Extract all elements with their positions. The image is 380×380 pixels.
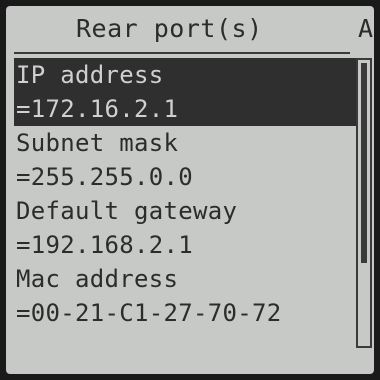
list-item-default-gateway-label[interactable]: Default gateway	[14, 194, 356, 228]
list-item-mac-address-value[interactable]: =00-21-C1-27-70-72	[14, 296, 356, 330]
list-item-ip-address-label[interactable]: IP address	[14, 58, 356, 92]
list-item-subnet-mask-value[interactable]: =255.255.0.0	[14, 160, 356, 194]
settings-list: IP address =172.16.2.1 Subnet mask =255.…	[14, 58, 356, 330]
tab-indicator[interactable]: A	[358, 14, 373, 43]
list-item-default-gateway-value[interactable]: =192.168.2.1	[14, 228, 356, 262]
scrollbar[interactable]	[356, 58, 372, 348]
header-divider	[14, 52, 350, 54]
scrollbar-thumb[interactable]	[361, 63, 367, 263]
page-title: Rear port(s)	[76, 14, 263, 43]
list-item-ip-address-value[interactable]: =172.16.2.1	[14, 92, 356, 126]
list-item-subnet-mask-label[interactable]: Subnet mask	[14, 126, 356, 160]
list-item-mac-address-label[interactable]: Mac address	[14, 262, 356, 296]
lcd-screen: Rear port(s) A IP address =172.16.2.1 Su…	[6, 6, 374, 374]
header: Rear port(s) A	[6, 6, 374, 52]
